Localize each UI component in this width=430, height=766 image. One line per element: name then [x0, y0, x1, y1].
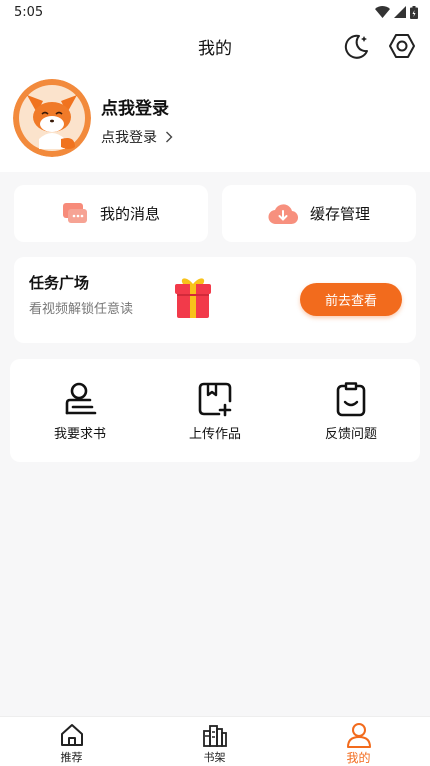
- tab-mine-label: 我的: [346, 751, 371, 765]
- task-title: 任务广场: [29, 274, 90, 292]
- upload-work-button[interactable]: 上传作品: [145, 359, 285, 462]
- cache-management-button[interactable]: 缓存管理: [222, 185, 416, 242]
- feedback-label: 反馈问题: [324, 427, 377, 442]
- request-book-icon: [65, 382, 97, 415]
- gift-icon: [175, 278, 211, 318]
- feedback-button[interactable]: 反馈问题: [281, 359, 421, 462]
- my-messages-label: 我的消息: [99, 205, 160, 223]
- profile-icon: [346, 723, 371, 748]
- view-tasks-button[interactable]: 前去查看: [300, 283, 402, 316]
- tools-grid: 我要求书 上传作品 反馈问题: [10, 359, 420, 462]
- bookshelf-icon: [202, 725, 227, 747]
- avatar[interactable]: [13, 79, 91, 157]
- gear-icon: [389, 34, 415, 58]
- upload-work-icon: [198, 382, 232, 417]
- app-header: 我的: [0, 24, 430, 68]
- upload-work-label: 上传作品: [188, 427, 241, 442]
- home-icon: [60, 724, 83, 746]
- login-link-label: 点我登录: [101, 130, 157, 146]
- profile-section[interactable]: 点我登录 点我登录: [0, 68, 430, 172]
- request-book-button[interactable]: 我要求书: [10, 359, 150, 462]
- fox-avatar-icon: [13, 79, 91, 157]
- message-icon: [62, 202, 87, 223]
- tab-mine[interactable]: 我的: [287, 717, 430, 766]
- my-messages-button[interactable]: 我的消息: [14, 185, 208, 242]
- task-plaza-card: 任务广场 看视频解锁任意读 前去查看: [14, 257, 416, 343]
- cloud-download-icon: [268, 203, 298, 224]
- moon-icon: [344, 34, 368, 59]
- cache-management-label: 缓存管理: [309, 205, 370, 223]
- profile-name[interactable]: 点我登录: [101, 94, 169, 119]
- status-time: 5:05: [14, 4, 44, 20]
- wifi-icon: [375, 6, 390, 18]
- task-subtitle: 看视频解锁任意读: [29, 302, 134, 317]
- chevron-right-icon: [166, 131, 173, 143]
- login-link[interactable]: 点我登录: [101, 127, 173, 147]
- battery-icon: [410, 5, 418, 19]
- tab-bookshelf-label: 书架: [203, 751, 226, 764]
- signal-icon: [394, 6, 406, 18]
- status-icons: [375, 5, 418, 19]
- theme-toggle-button[interactable]: [340, 30, 372, 62]
- tab-bookshelf[interactable]: 书架: [143, 717, 286, 766]
- settings-button[interactable]: [386, 30, 418, 62]
- request-book-label: 我要求书: [53, 427, 106, 442]
- feedback-icon: [336, 382, 366, 417]
- status-bar: 5:05: [0, 0, 430, 24]
- tab-recommend[interactable]: 推荐: [0, 717, 143, 766]
- tab-recommend-label: 推荐: [60, 751, 83, 764]
- bottom-tab-bar: 推荐 书架 我的: [0, 716, 430, 766]
